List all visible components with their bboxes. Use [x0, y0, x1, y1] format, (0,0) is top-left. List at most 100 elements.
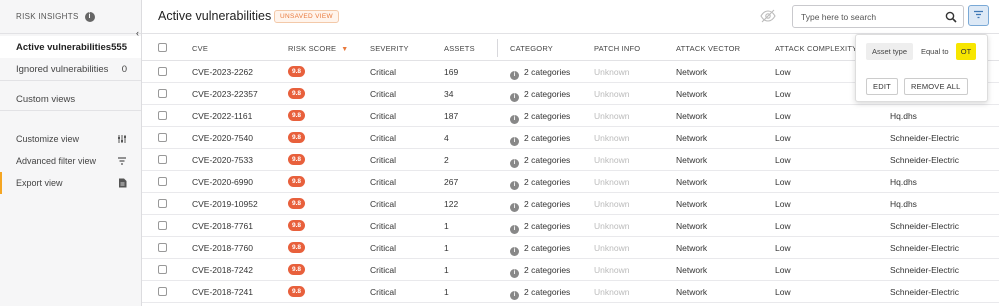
- attack-complexity-cell: Low: [775, 89, 791, 99]
- sidebar-item-label: Active vulnerabilities: [16, 41, 112, 53]
- row-checkbox[interactable]: [158, 199, 167, 208]
- column-header-patch-info[interactable]: PATCH INFO: [594, 44, 640, 53]
- vendor-cell: Schneider-Electric: [890, 133, 959, 143]
- category-label: 2 categories: [524, 111, 571, 121]
- attack-vector-cell: Network: [676, 111, 708, 121]
- column-header-risk-score[interactable]: RISK SCORE ▼: [288, 44, 348, 53]
- filter-field-chip[interactable]: Asset type: [866, 43, 914, 60]
- table-row[interactable]: 9.8 CVE-2020-6990 Critical 267 Unknown Networ…: [142, 171, 999, 193]
- sidebar-item-active-vulnerabilities[interactable]: Active vulnerabilities 555: [0, 36, 141, 58]
- row-checkbox[interactable]: [158, 221, 167, 230]
- column-header-severity[interactable]: SEVERITY: [370, 44, 409, 53]
- info-icon[interactable]: i: [510, 225, 519, 234]
- customize-view-button[interactable]: Customize view: [0, 128, 141, 150]
- patch-info-cell: Unknown: [594, 199, 630, 209]
- row-checkbox[interactable]: [158, 111, 167, 120]
- row-checkbox[interactable]: [158, 243, 167, 252]
- vendor-cell: Hq.dhs: [890, 199, 917, 209]
- category-label: 2 categories: [524, 155, 571, 165]
- cve-cell: CVE-2018-7242: [192, 265, 253, 275]
- attack-complexity-cell: Low: [775, 287, 791, 297]
- sidebar-item-custom-views[interactable]: Custom views: [0, 88, 141, 110]
- sidebar-item-label: Ignored vulnerabilities: [16, 63, 109, 75]
- category-cell[interactable]: i 2 categories: [510, 221, 570, 234]
- filter-popover: Asset type Equal to OT EDIT REMOVE ALL: [855, 34, 988, 102]
- table-row[interactable]: 9.8 CVE-2019-10952 Critical 122 Unknown Netwo…: [142, 193, 999, 215]
- table-row[interactable]: 9.8 CVE-2018-7242 Critical 1 Unknown Network L…: [142, 259, 999, 281]
- vendor-cell: Hq.dhs: [890, 111, 917, 121]
- category-cell[interactable]: i 2 categories: [510, 199, 570, 212]
- select-all-checkbox[interactable]: [158, 43, 167, 52]
- category-cell[interactable]: i 2 categories: [510, 287, 570, 300]
- risk-score-badge: 9.8: [288, 154, 305, 165]
- info-icon[interactable]: i: [510, 137, 519, 146]
- category-cell[interactable]: i 2 categories: [510, 265, 570, 278]
- category-cell[interactable]: i 2 categories: [510, 177, 570, 190]
- search-box[interactable]: [792, 5, 964, 28]
- sidebar-item-count: 0: [121, 63, 127, 75]
- category-cell[interactable]: i 2 categories: [510, 67, 570, 80]
- divider: [0, 110, 141, 128]
- info-icon[interactable]: i: [84, 11, 95, 22]
- category-cell[interactable]: i 2 categories: [510, 243, 570, 256]
- info-icon[interactable]: i: [510, 71, 519, 80]
- row-checkbox[interactable]: [158, 133, 167, 142]
- assets-cell: 1: [444, 243, 449, 253]
- table-row[interactable]: 9.8 CVE-2018-7760 Critical 1 Unknown Network L…: [142, 237, 999, 259]
- column-divider: [497, 39, 498, 57]
- row-checkbox[interactable]: [158, 67, 167, 76]
- advanced-filter-view-button[interactable]: Advanced filter view: [0, 150, 141, 172]
- info-icon[interactable]: i: [510, 93, 519, 102]
- row-checkbox[interactable]: [158, 265, 167, 274]
- table-row[interactable]: 9.8 CVE-2018-7241 Critical 1 Unknown Network L…: [142, 281, 999, 303]
- patch-info-cell: Unknown: [594, 67, 630, 77]
- column-header-assets[interactable]: ASSETS: [444, 44, 475, 53]
- attack-complexity-cell: Low: [775, 177, 791, 187]
- risk-score-badge: 9.8: [288, 198, 305, 209]
- sidebar-item-ignored-vulnerabilities[interactable]: Ignored vulnerabilities 0: [0, 58, 141, 80]
- table-row[interactable]: 9.8 CVE-2018-7761 Critical 1 Unknown Network L…: [142, 215, 999, 237]
- row-checkbox[interactable]: [158, 89, 167, 98]
- category-cell[interactable]: i 2 categories: [510, 111, 570, 124]
- attack-vector-cell: Network: [676, 265, 708, 275]
- eye-slash-icon[interactable]: [760, 9, 776, 23]
- info-icon[interactable]: i: [510, 203, 519, 212]
- edit-filter-button[interactable]: EDIT: [866, 78, 898, 95]
- sort-descending-icon[interactable]: ▼: [341, 46, 348, 53]
- cve-cell: CVE-2019-10952: [192, 199, 258, 209]
- column-header-cve[interactable]: CVE: [192, 44, 208, 53]
- risk-score-badge: 9.8: [288, 242, 305, 253]
- filter-icon: [973, 10, 984, 21]
- table-row[interactable]: 9.8 CVE-2020-7540 Critical 4 Unknown Network L…: [142, 127, 999, 149]
- sidebar: RISK INSIGHTS i ‹ Active vulnerabilities…: [0, 0, 142, 306]
- remove-all-filters-button[interactable]: REMOVE ALL: [904, 78, 968, 95]
- filter-button[interactable]: [968, 5, 989, 26]
- table-row[interactable]: 9.8 CVE-2020-7533 Critical 2 Unknown Network L…: [142, 149, 999, 171]
- info-icon[interactable]: i: [510, 181, 519, 190]
- column-header-attack-complexity[interactable]: ATTACK COMPLEXITY: [775, 44, 857, 53]
- category-label: 2 categories: [524, 287, 571, 297]
- search-icon[interactable]: [945, 11, 957, 23]
- export-view-button[interactable]: Export view: [0, 172, 141, 194]
- category-cell[interactable]: i 2 categories: [510, 89, 570, 102]
- column-header-attack-vector[interactable]: ATTACK VECTOR: [676, 44, 740, 53]
- info-icon[interactable]: i: [510, 291, 519, 300]
- vendor-cell: Schneider-Electric: [890, 221, 959, 231]
- info-icon[interactable]: i: [510, 159, 519, 168]
- assets-cell: 187: [444, 111, 459, 121]
- info-icon[interactable]: i: [510, 269, 519, 278]
- column-header-category[interactable]: CATEGORY: [510, 44, 553, 53]
- info-icon[interactable]: i: [510, 247, 519, 256]
- category-cell[interactable]: i 2 categories: [510, 155, 570, 168]
- filter-value-chip[interactable]: OT: [956, 43, 976, 60]
- risk-score-badge: 9.8: [288, 110, 305, 121]
- attack-complexity-cell: Low: [775, 111, 791, 121]
- row-checkbox[interactable]: [158, 155, 167, 164]
- info-icon[interactable]: i: [510, 115, 519, 124]
- category-cell[interactable]: i 2 categories: [510, 133, 570, 146]
- row-checkbox[interactable]: [158, 287, 167, 296]
- row-checkbox[interactable]: [158, 177, 167, 186]
- search-input[interactable]: [801, 9, 941, 24]
- table-row[interactable]: 9.8 CVE-2022-1161 Critical 187 Unknown Networ…: [142, 105, 999, 127]
- assets-cell: 267: [444, 177, 459, 187]
